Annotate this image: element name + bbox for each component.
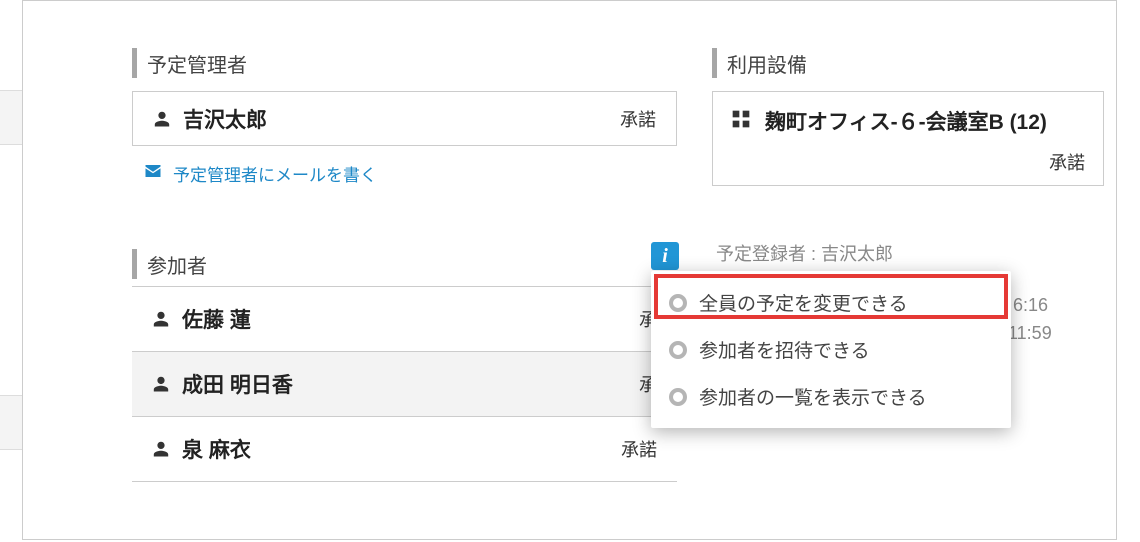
- meta-time-1: 6:16: [1013, 295, 1048, 316]
- person-icon: [152, 374, 170, 394]
- perm-option-invite[interactable]: 参加者を招待できる: [651, 326, 1011, 373]
- facility-section-title: 利用設備: [712, 48, 807, 78]
- organizer-status: 承諾: [620, 106, 656, 132]
- perm-option-label: 参加者の一覧を表示できる: [699, 383, 927, 410]
- meta-time-2: 11:59: [1008, 323, 1052, 344]
- perm-option-label: 全員の予定を変更できる: [699, 289, 908, 316]
- radio-icon: [669, 341, 687, 359]
- attendee-row[interactable]: 成田 明日香 承: [132, 352, 677, 417]
- perm-option-label: 参加者を招待できる: [699, 336, 870, 363]
- organizer-section-title: 予定管理者: [132, 48, 247, 78]
- permissions-popover: 全員の予定を変更できる 参加者を招待できる 参加者の一覧を表示できる: [651, 271, 1011, 428]
- person-icon: [152, 309, 170, 329]
- grid-icon: [731, 109, 751, 134]
- attendee-row[interactable]: 佐藤 蓮 承: [132, 287, 677, 352]
- radio-icon: [669, 388, 687, 406]
- sidebar-stub-1: [0, 90, 22, 145]
- attendee-row[interactable]: 泉 麻衣 承諾: [132, 417, 677, 482]
- facility-row[interactable]: 麹町オフィス-６-会議室B (12) 承諾: [712, 91, 1104, 186]
- organizer-name: 吉沢太郎: [183, 104, 267, 134]
- sidebar-stub-2: [0, 395, 22, 450]
- mail-organizer-link[interactable]: 予定管理者にメールを書く: [143, 161, 377, 186]
- attendee-name: 泉 麻衣: [182, 434, 251, 464]
- person-icon: [152, 439, 170, 459]
- organizer-row[interactable]: 吉沢太郎 承諾: [132, 91, 677, 146]
- mail-icon: [143, 162, 163, 185]
- person-icon: [153, 109, 171, 129]
- meta-registered-by: 予定登録者 : 吉沢太郎: [716, 240, 893, 266]
- facility-status: 承諾: [1049, 149, 1085, 175]
- attendee-status: 承諾: [621, 436, 657, 462]
- attendee-name: 佐藤 蓮: [182, 304, 251, 334]
- info-icon[interactable]: i: [651, 242, 679, 270]
- perm-option-change-all[interactable]: 全員の予定を変更できる: [651, 279, 1011, 326]
- attendees-list: 佐藤 蓮 承 成田 明日香 承 泉 麻衣 承諾: [132, 286, 677, 482]
- content-frame: 予定管理者 吉沢太郎 承諾 予定管理者にメールを書く 参加者 佐藤 蓮 承: [22, 0, 1117, 540]
- attendee-name: 成田 明日香: [182, 369, 293, 399]
- attendees-section-title: 参加者: [132, 249, 207, 279]
- radio-icon: [669, 294, 687, 312]
- mail-organizer-label: 予定管理者にメールを書く: [173, 161, 377, 186]
- perm-option-view-list[interactable]: 参加者の一覧を表示できる: [651, 373, 1011, 420]
- facility-name: 麹町オフィス-６-会議室B (12): [765, 106, 1047, 136]
